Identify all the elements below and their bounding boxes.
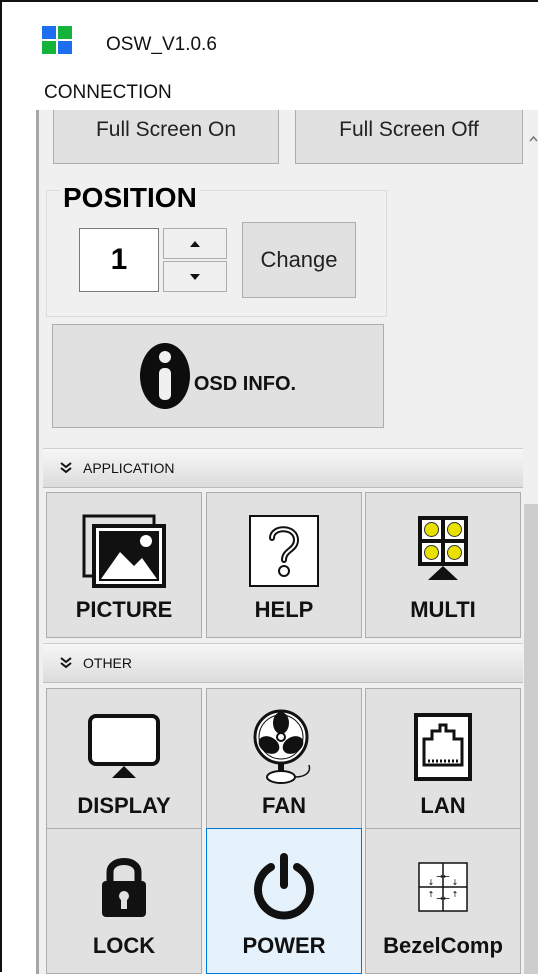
menu-bar: CONNECTION	[4, 72, 538, 110]
full-screen-on-label: Full Screen On	[95, 118, 237, 141]
svg-text:↑: ↑	[428, 890, 435, 899]
osd-info-label: OSD INFO.	[193, 372, 297, 395]
lock-icon	[102, 858, 146, 917]
tile-label: FAN	[262, 793, 306, 818]
double-chevron-down-icon	[60, 657, 72, 669]
section-header-other[interactable]: OTHER	[43, 643, 525, 683]
power-tile[interactable]: POWER	[206, 828, 362, 974]
caret-down-icon	[190, 273, 200, 280]
svg-text:↓: ↓	[452, 878, 459, 887]
osd-info-button[interactable]: OSD INFO.	[52, 324, 384, 428]
scroll-up-arrow-icon[interactable]	[529, 136, 538, 142]
menu-connection[interactable]: CONNECTION	[44, 82, 172, 104]
position-number-input[interactable]: 1	[79, 228, 159, 292]
svg-text:↓: ↓	[428, 878, 435, 887]
section-title-other: OTHER	[83, 655, 132, 671]
bezel-comp-tile[interactable]: →← →← ↓ ↓ ↑ ↑ BezelComp	[365, 828, 521, 974]
change-position-button[interactable]: Change	[242, 222, 356, 298]
full-screen-off-label: Full Screen Off	[339, 118, 479, 141]
tile-label: MULTI	[410, 597, 476, 622]
fan-icon	[253, 709, 311, 784]
lock-tile[interactable]: LOCK	[46, 828, 202, 974]
scrollbar-thumb[interactable]	[524, 504, 538, 974]
picture-tile[interactable]: PICTURE	[46, 492, 202, 638]
control-panel: Full Screen On Full Screen Off POSITION …	[36, 110, 538, 974]
double-chevron-down-icon	[60, 462, 72, 474]
svg-text:↑: ↑	[452, 890, 459, 899]
help-icon	[249, 515, 319, 587]
full-screen-on-button[interactable]: Full Screen On	[53, 110, 279, 164]
app-logo-icon	[42, 26, 72, 54]
help-tile[interactable]: HELP	[206, 492, 362, 638]
tile-label: HELP	[254, 597, 314, 622]
position-label: POSITION	[60, 182, 200, 214]
fan-tile[interactable]: FAN	[206, 688, 362, 834]
tile-label: LOCK	[92, 933, 156, 958]
lan-tile[interactable]: LAN	[365, 688, 521, 834]
bezel-comp-icon: →← →← ↓ ↓ ↑ ↑	[418, 862, 468, 912]
position-increment-button[interactable]	[163, 228, 227, 259]
multi-tile[interactable]: MULTI	[365, 492, 521, 638]
section-header-application[interactable]: APPLICATION	[43, 448, 525, 488]
info-icon	[139, 343, 190, 409]
tile-label: PICTURE	[75, 597, 173, 622]
tile-label: BezelComp	[383, 933, 503, 958]
svg-text:→←: →←	[436, 872, 450, 881]
multi-icon	[418, 516, 468, 580]
power-icon	[254, 853, 314, 920]
full-screen-off-button[interactable]: Full Screen Off	[295, 110, 523, 164]
tile-label: LAN	[420, 793, 466, 818]
svg-text:→←: →←	[436, 894, 450, 903]
app-window: OSW_V1.0.6 CONNECTION Full Screen On Ful…	[0, 0, 538, 974]
window-title: OSW_V1.0.6	[106, 34, 217, 55]
tile-label: DISPLAY	[77, 793, 171, 818]
section-title-application: APPLICATION	[83, 460, 175, 476]
display-tile[interactable]: DISPLAY	[46, 688, 202, 834]
lan-icon	[414, 713, 472, 781]
title-bar: OSW_V1.0.6	[4, 4, 538, 72]
display-icon	[88, 714, 160, 778]
position-decrement-button[interactable]	[163, 261, 227, 292]
caret-up-icon	[190, 240, 200, 247]
vertical-scrollbar[interactable]	[523, 110, 538, 974]
tile-label: POWER	[242, 933, 326, 958]
picture-icon	[82, 514, 166, 588]
